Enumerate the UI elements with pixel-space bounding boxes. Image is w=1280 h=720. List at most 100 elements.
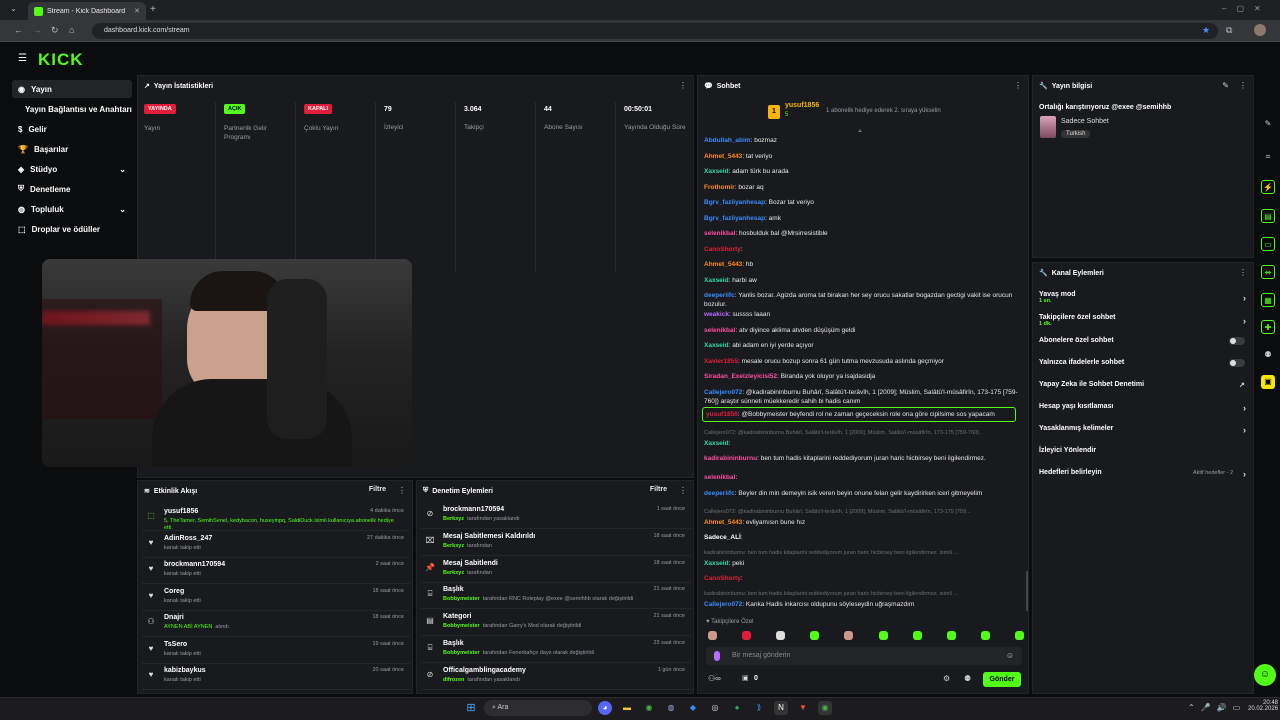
emote-icon[interactable] <box>912 631 922 640</box>
chat-icon[interactable]: ▭ <box>1261 237 1275 251</box>
activity-username[interactable]: TsSero <box>164 641 187 648</box>
chat-message[interactable]: Bgrv_faziiyanhesap: Bozar tat veriyo <box>704 198 1018 207</box>
sidebar-item-topluluk[interactable]: ◍ Topluluk ⌄ <box>12 200 132 218</box>
chat-username[interactable]: weakick <box>704 311 729 318</box>
emote-icon[interactable] <box>1014 631 1024 640</box>
chat-reply-preview[interactable]: kadirabininburnu: ben tum hadis kitaplar… <box>704 549 1018 558</box>
help-chat-icon[interactable]: ☺ <box>1254 664 1276 686</box>
channel-action-item[interactable]: Abonelere özel sohbet <box>1039 337 1249 345</box>
activity-username[interactable]: kabizbaykus <box>164 667 206 674</box>
chat-message[interactable]: Ahmet_5443: hb <box>704 260 1018 269</box>
github-icon[interactable]: ◎ <box>708 701 722 715</box>
chat-message[interactable]: Abdullah_abim: bozmaz <box>704 136 1018 145</box>
chat-username[interactable]: Xaxseid <box>704 342 729 349</box>
chat-username[interactable]: Callejero072 <box>704 601 742 608</box>
chat-username[interactable]: Sadece_ALİ <box>704 534 741 541</box>
edit-icon[interactable]: ✎ <box>1222 81 1229 90</box>
emote-icon[interactable] <box>946 631 956 640</box>
channel-action-item[interactable]: Hedefleri belirleyin Aktif hedefler - 2 › <box>1039 469 1249 479</box>
chat-message[interactable]: deeperiifc: Beyler din min demeyin isik … <box>704 489 1018 498</box>
profile-avatar[interactable] <box>1254 24 1266 36</box>
chat-username[interactable]: Xaxseid <box>704 560 729 567</box>
forward-icon[interactable]: → <box>33 25 42 35</box>
brave-icon[interactable]: ▼ <box>796 701 810 715</box>
emote-icon[interactable] <box>776 631 786 640</box>
chrome-icon[interactable]: ◉ <box>642 701 656 715</box>
chat-message[interactable]: CanoShorty: <box>704 245 1018 254</box>
reload-icon[interactable]: ↻ <box>51 25 59 36</box>
wrench-icon[interactable]: ✚ <box>1261 320 1275 334</box>
external-link-icon[interactable]: ↗ <box>1239 381 1245 389</box>
category-name[interactable]: Sadece Sohbet <box>1061 118 1109 125</box>
chat-message[interactable]: selenikbal: atv diyince aklima atvden dü… <box>704 326 1018 335</box>
close-tab-icon[interactable]: ✕ <box>134 7 140 15</box>
chat-message[interactable]: Xavier1855: mesale orucu bozup sonra 61 … <box>704 357 1018 366</box>
chat-username[interactable]: CanoShorty <box>704 246 741 253</box>
community-icon[interactable]: ⚉ <box>1261 348 1275 362</box>
chat-reply-preview[interactable]: kadirabininburnu: ben tum hadis kitaplar… <box>704 590 1018 599</box>
moderation-action-title[interactable]: Başlık <box>443 640 464 647</box>
activity-filter-button[interactable]: Filtre <box>369 486 386 493</box>
expand-icon[interactable]: ⌗ <box>1261 150 1275 164</box>
chat-scrollbar[interactable] <box>1026 571 1028 611</box>
chrome-active-icon[interactable]: ◉ <box>818 701 832 715</box>
chat-username[interactable]: Ahmet_5443 <box>704 261 742 268</box>
channel-actions-menu-icon[interactable]: ⋮ <box>1239 268 1247 277</box>
back-icon[interactable]: ← <box>14 25 23 35</box>
chat-username[interactable]: Xaxseid <box>704 277 729 284</box>
stream-info-menu-icon[interactable]: ⋮ <box>1239 81 1247 90</box>
kick-logo[interactable]: KICK <box>38 50 84 70</box>
chat-username[interactable]: Abdullah_abim <box>704 137 751 144</box>
chat-message[interactable]: Bgrv_faziiyanhesap: amk <box>704 214 1018 223</box>
moderation-action-title[interactable]: Mesaj Sabitlendi <box>443 560 498 567</box>
chat-message[interactable]: Ahmet_5443: evliyamısın bune hız <box>704 518 1018 527</box>
sidebar-item-studyo[interactable]: ◈ Stüdyo ⌄ <box>12 160 132 178</box>
activity-username[interactable]: brockmann170594 <box>164 561 225 568</box>
window-controls[interactable]: –▢✕ <box>1222 4 1271 13</box>
chat-username[interactable]: Xaxseid <box>704 168 729 175</box>
chest-icon[interactable]: ▣ <box>742 674 749 682</box>
activity-username[interactable]: yusuf1856 <box>164 508 198 515</box>
chat-username[interactable]: Xaxseid <box>704 440 729 447</box>
activity-menu-icon[interactable]: ⋮ <box>398 486 406 495</box>
split-icon[interactable]: ⇹ <box>1261 265 1275 279</box>
sidebar-item-basarilar[interactable]: 🏆 Başarılar <box>12 140 132 158</box>
toggle-switch[interactable] <box>1229 359 1245 367</box>
chat-username[interactable]: selenikbal <box>704 474 735 481</box>
chat-message[interactable]: selenikbal: <box>704 473 1018 482</box>
activity-username[interactable]: Coreg <box>164 588 184 595</box>
emote-icon[interactable] <box>742 631 752 640</box>
notion-icon[interactable]: N <box>774 701 788 715</box>
channel-action-item[interactable]: Yapay Zeka ile Sohbet Denetimi ↗ <box>1039 381 1249 389</box>
sidebar-item-denetleme[interactable]: ⛨ Denetleme <box>12 180 132 198</box>
emote-icon[interactable] <box>844 631 854 640</box>
moderation-menu-icon[interactable]: ⋮ <box>679 486 687 495</box>
stats-menu-icon[interactable]: ⋮ <box>679 81 687 90</box>
sidebar-item-stream-key[interactable]: Yayın Bağlantısı ve Anahtarı <box>12 100 132 118</box>
edit-icon[interactable]: ✎ <box>1261 117 1275 131</box>
browser-tab[interactable]: Stream - Kick Dashboard ✕ <box>28 2 146 20</box>
channel-action-item[interactable]: Yalnızca ifadelerle sohbet <box>1039 359 1249 367</box>
app-icon[interactable]: ◆ <box>686 701 700 715</box>
emote-icon[interactable] <box>810 631 820 640</box>
chat-reply-preview[interactable]: Callejero072: @kadirabininburnu Buhârî, … <box>704 429 1018 438</box>
chat-username[interactable]: deeperiifc <box>704 490 735 497</box>
chat-message[interactable]: yusuf1856: @Bobbymeister beyfendi rol ne… <box>702 406 1016 422</box>
chat-message[interactable]: deeperiifc: Yanlis bozar. Agizda aroma t… <box>704 291 1018 309</box>
chat-username[interactable]: Siradan_Exelzleyicisi52 <box>704 373 777 380</box>
chat-message[interactable]: Ahmet_5443: tat veriyo <box>704 152 1018 161</box>
spotify-icon[interactable]: ● <box>730 701 744 715</box>
toggle-switch[interactable] <box>1229 337 1245 345</box>
chat-message[interactable]: Callejero072: @kadirabininburnu Buhârî, … <box>704 388 1018 406</box>
taskbar-search[interactable]: ⌕ Ara <box>484 700 592 716</box>
channel-action-item[interactable]: İzleyici Yönlendir <box>1039 447 1249 454</box>
new-tab-icon[interactable]: + <box>150 4 156 15</box>
chat-message[interactable]: Xaxseid: abi adam en iyi yerde açıyor <box>704 341 1018 350</box>
chat-settings-icon[interactable]: ⚙ <box>943 674 950 683</box>
sidebar-item-yayin[interactable]: ◉ Yayın <box>12 80 132 98</box>
emote-icon[interactable] <box>878 631 888 640</box>
chevron-right-icon[interactable]: › <box>1243 469 1246 479</box>
sidebar-item-droplar[interactable]: ⬚ Droplar ve ödüller <box>12 220 132 238</box>
chat-username[interactable]: Frothomir <box>704 184 735 191</box>
chat-message[interactable]: selenikbal: hosbulduk bal @Mrsirresistib… <box>704 229 1018 238</box>
